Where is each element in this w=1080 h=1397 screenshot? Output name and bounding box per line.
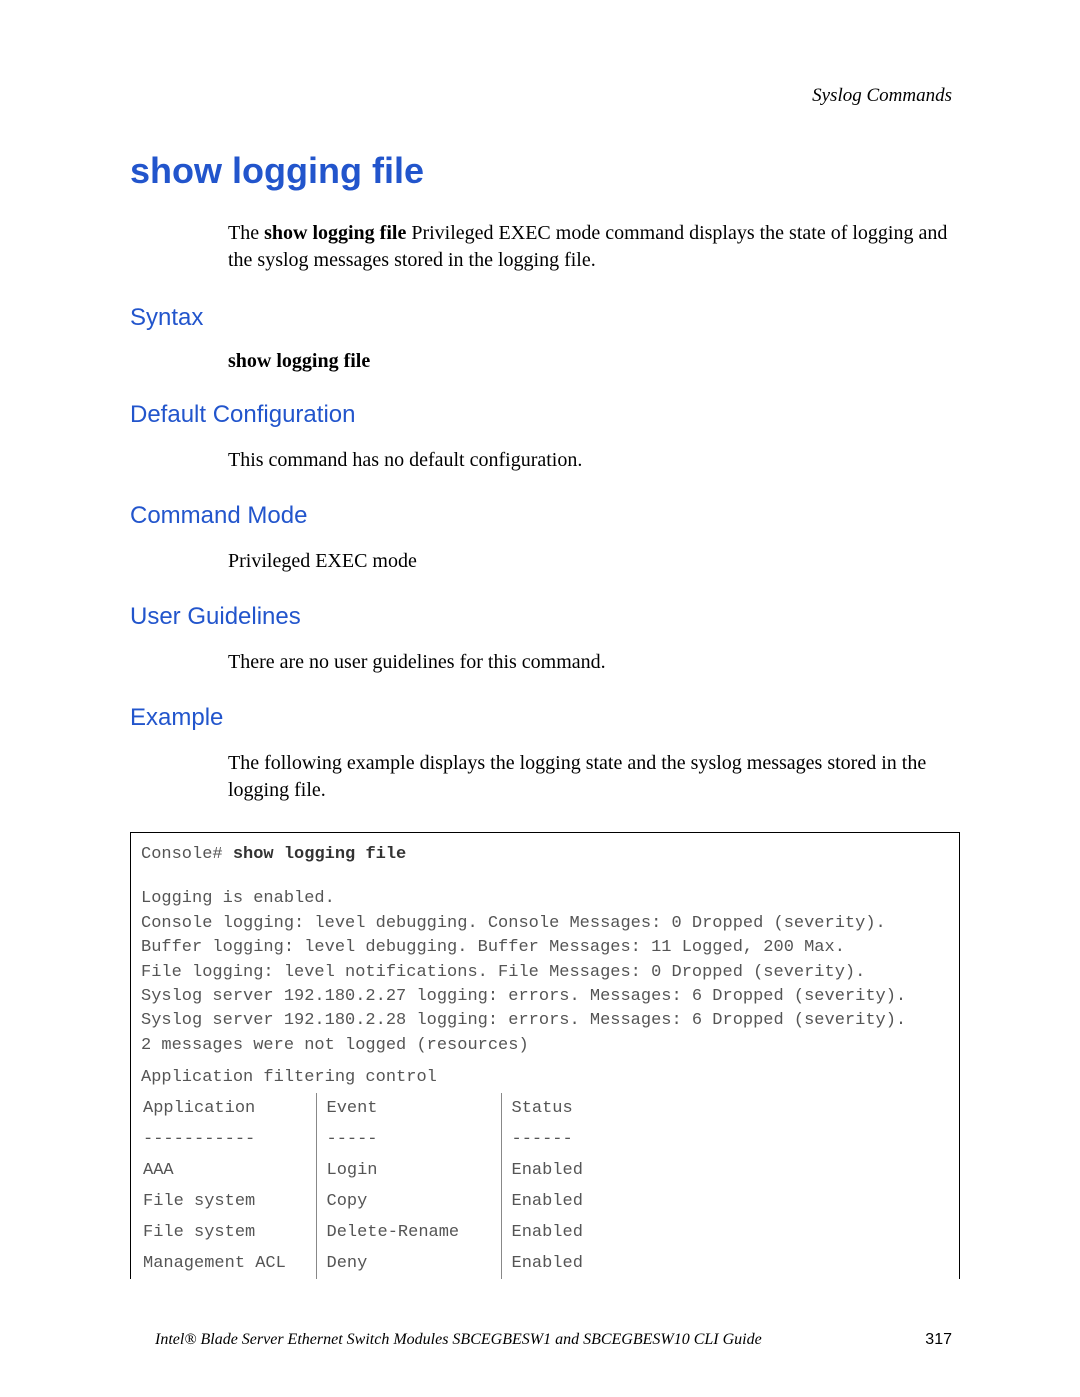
console-output: Console# show logging file Logging is en…: [130, 832, 960, 1064]
filter-section: Application filtering control Applicatio…: [130, 1064, 960, 1279]
cell-status: Enabled: [501, 1155, 949, 1186]
page-footer: Intel® Blade Server Ethernet Switch Modu…: [0, 1331, 1080, 1349]
header-application: Application: [141, 1093, 316, 1124]
page-number: 317: [925, 1331, 952, 1349]
cell-status: Enabled: [501, 1186, 949, 1217]
console-line: File logging: level notifications. File …: [141, 961, 949, 985]
cell-application: File system: [141, 1186, 316, 1217]
intro-paragraph: The show logging file Privileged EXEC mo…: [228, 220, 960, 274]
console-line: Syslog server 192.180.2.27 logging: erro…: [141, 985, 949, 1009]
example-text: The following example displays the loggi…: [228, 750, 960, 804]
section-header: Syslog Commands: [812, 85, 952, 107]
dash-cell: ------: [501, 1124, 949, 1155]
table-row: File system Copy Enabled: [141, 1186, 949, 1217]
cell-status: Enabled: [501, 1248, 949, 1279]
cell-event: Copy: [316, 1186, 501, 1217]
cell-application: File system: [141, 1217, 316, 1248]
footer-text: Intel® Blade Server Ethernet Switch Modu…: [155, 1331, 762, 1349]
dash-cell: -----: [316, 1124, 501, 1155]
cell-event: Login: [316, 1155, 501, 1186]
filter-title: Application filtering control: [141, 1064, 949, 1093]
cell-event: Delete-Rename: [316, 1217, 501, 1248]
console-line: 2 messages were not logged (resources): [141, 1034, 949, 1058]
example-heading: Example: [130, 704, 960, 732]
intro-prefix: The: [228, 222, 264, 244]
default-config-heading: Default Configuration: [130, 401, 960, 429]
table-row: AAA Login Enabled: [141, 1155, 949, 1186]
console-command: show logging file: [233, 845, 406, 864]
dash-cell: -----------: [141, 1124, 316, 1155]
console-line: Buffer logging: level debugging. Buffer …: [141, 936, 949, 960]
syntax-heading: Syntax: [130, 304, 960, 332]
user-guidelines-text: There are no user guidelines for this co…: [228, 649, 960, 676]
header-status: Status: [501, 1093, 949, 1124]
syntax-text: show logging file: [228, 350, 960, 373]
user-guidelines-heading: User Guidelines: [130, 603, 960, 631]
default-config-text: This command has no default configuratio…: [228, 447, 960, 474]
cell-event: Deny: [316, 1248, 501, 1279]
filter-table: Application Event Status ----------- ---…: [141, 1093, 949, 1279]
header-event: Event: [316, 1093, 501, 1124]
table-row: File system Delete-Rename Enabled: [141, 1217, 949, 1248]
command-mode-heading: Command Mode: [130, 502, 960, 530]
console-prompt-line: Console# show logging file: [141, 843, 949, 887]
console-line: Syslog server 192.180.2.28 logging: erro…: [141, 1009, 949, 1033]
cell-application: AAA: [141, 1155, 316, 1186]
cell-application: Management ACL: [141, 1248, 316, 1279]
console-line: Logging is enabled.: [141, 887, 949, 911]
page-title: show logging file: [130, 150, 960, 192]
table-header-row: Application Event Status: [141, 1093, 949, 1124]
console-prompt: Console#: [141, 845, 233, 864]
console-line: Console logging: level debugging. Consol…: [141, 912, 949, 936]
table-dash-row: ----------- ----- ------: [141, 1124, 949, 1155]
table-row: Management ACL Deny Enabled: [141, 1248, 949, 1279]
intro-command: show logging file: [264, 222, 406, 244]
command-mode-text: Privileged EXEC mode: [228, 548, 960, 575]
cell-status: Enabled: [501, 1217, 949, 1248]
